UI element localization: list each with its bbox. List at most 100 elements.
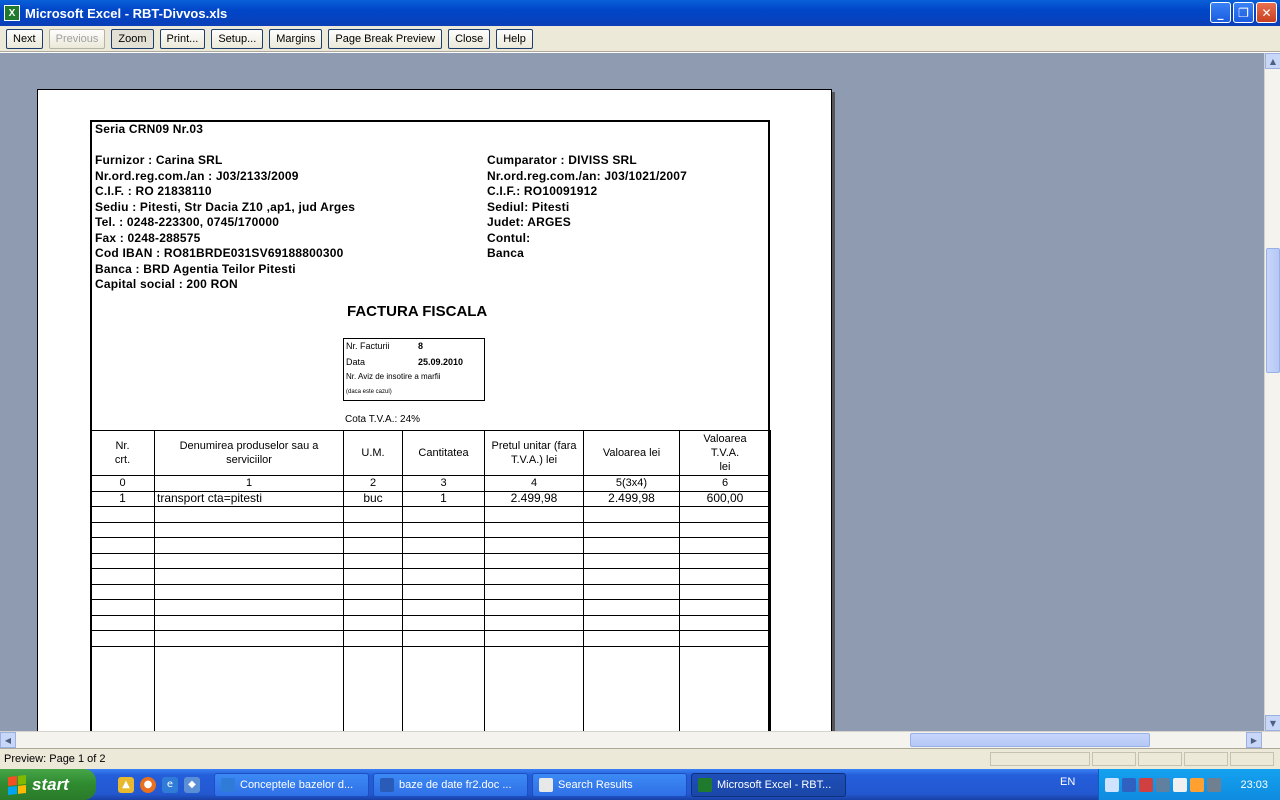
table-cell: 1 [154, 475, 344, 492]
desktop-icon[interactable]: ◆ [184, 776, 200, 793]
clock[interactable]: 23:03 [1240, 779, 1268, 791]
table-cell: buc [343, 490, 403, 507]
scroll-left-icon[interactable]: ◀ [0, 732, 16, 748]
vertical-scrollbar[interactable]: ▲ ▼ [1264, 53, 1280, 731]
table-header-row: Nr. crt. Denumirea produselor sau a servi… [90, 430, 771, 476]
invoice-number-label: Nr. Facturii [346, 341, 390, 351]
preview-area[interactable]: Seria CRN09 Nr.03 Furnizor : Carina SRL … [0, 53, 1264, 731]
taskbar: start ▲ ● e ◆ Conceptele bazelor d... ba… [0, 769, 1280, 800]
empty-row [90, 614, 771, 631]
empty-row [90, 537, 771, 554]
status-panels [990, 752, 1274, 766]
security-icon[interactable] [1139, 777, 1153, 792]
start-button[interactable]: start [0, 769, 96, 800]
network-icon[interactable] [1105, 777, 1119, 792]
supplier-line: Nr.ord.reg.com./an : J03/2133/2009 [95, 168, 299, 183]
connection-icon[interactable] [1156, 777, 1170, 792]
restore-button[interactable]: ❐ [1233, 2, 1254, 23]
supplier-line: Banca : BRD Agentia Teilor Pitesti [95, 261, 296, 276]
internet-explorer-icon [221, 777, 235, 792]
supplier-line: Cod IBAN : RO81BRDE031SV69188800300 [95, 246, 344, 260]
taskbar-item-label: Conceptele bazelor d... [240, 778, 354, 791]
firefox-icon[interactable]: ● [140, 776, 156, 793]
empty-row [90, 583, 771, 600]
close-preview-button[interactable]: Close [448, 28, 491, 49]
supplier-line: C.I.F. : RO 21838110 [95, 184, 212, 198]
scroll-up-icon[interactable]: ▲ [1265, 53, 1280, 69]
supplier-line: Capital social : 200 RON [95, 277, 238, 291]
table-cell: 0 [90, 475, 155, 492]
invoice-seria: Seria CRN09 Nr.03 [95, 122, 204, 136]
header-nr-crt: Nr. crt. [90, 430, 155, 476]
page-break-preview-button[interactable]: Page Break Preview [328, 28, 443, 49]
window-title: Microsoft Excel - RBT-Divvos.xls [25, 5, 228, 21]
table-cell: 4 [484, 475, 584, 492]
buyer-line: Judet: ARGES [487, 215, 571, 229]
excel-icon [698, 777, 712, 792]
table-row: 1 transport cta=pitesti buc 1 2.499,98 2… [90, 490, 771, 507]
scroll-down-icon[interactable]: ▼ [1265, 715, 1280, 731]
header-denumire: Denumirea produselor sau a serviciilor [154, 430, 344, 476]
taskbar-item[interactable]: baze de date fr2.doc ... [373, 772, 528, 797]
buyer-line: Sediul: Pitesti [487, 199, 570, 214]
quick-launch-icon[interactable]: ▲ [118, 776, 134, 793]
antivirus-icon[interactable] [1190, 777, 1204, 792]
horizontal-scroll-thumb[interactable] [910, 733, 1150, 747]
invoice-number-value: 8 [418, 341, 424, 351]
table-cell: 2.499,98 [583, 490, 680, 507]
header-um: U.M. [343, 430, 403, 476]
table-cell: 6 [679, 475, 771, 492]
taskbar-item[interactable]: Microsoft Excel - RBT... [691, 772, 846, 797]
header-cantitatea: Cantitatea [402, 430, 485, 476]
header-valoarea: Valoarea lei [583, 430, 680, 476]
quick-launch: ▲ ● e ◆ [118, 776, 200, 793]
print-button[interactable]: Print... [159, 28, 206, 49]
empty-row [90, 645, 771, 731]
horizontal-scrollbar[interactable]: ◀ ▶ [0, 731, 1280, 748]
windows-logo-icon [8, 774, 26, 795]
help-button[interactable]: Help [496, 28, 533, 49]
header-valoarea-tva: Valoarea T.V.A. lei [679, 430, 771, 476]
excel-app-icon[interactable]: X [4, 5, 20, 21]
table-cell: 5(3x4) [583, 475, 680, 492]
start-label: start [32, 774, 69, 794]
table-cell: 2.499,98 [484, 490, 584, 507]
language-indicator[interactable]: EN [1060, 776, 1075, 788]
internet-explorer-icon[interactable]: e [162, 776, 178, 793]
invoice-info-box: Nr. Facturii 8 Data 25.09.2010 Nr. Aviz … [343, 338, 485, 401]
invoice-frame: Seria CRN09 Nr.03 Furnizor : Carina SRL … [90, 120, 771, 731]
scroll-right-icon[interactable]: ▶ [1246, 732, 1262, 748]
empty-row [90, 506, 771, 523]
preview-page[interactable]: Seria CRN09 Nr.03 Furnizor : Carina SRL … [37, 89, 832, 731]
invoice-date-label: Data [346, 357, 366, 367]
table-cell: 3 [402, 475, 485, 492]
system-tray: 23:03 [1098, 769, 1280, 800]
status-text: Preview: Page 1 of 2 [4, 753, 106, 765]
empty-row [90, 599, 771, 616]
close-window-button[interactable]: ✕ [1256, 2, 1277, 23]
vertical-scroll-thumb[interactable] [1266, 248, 1280, 373]
volume-icon[interactable] [1173, 777, 1187, 792]
bluetooth-icon[interactable] [1122, 777, 1136, 792]
setup-button[interactable]: Setup... [211, 28, 264, 49]
print-preview-toolbar: Next Previous Zoom Print... Setup... Mar… [0, 26, 1280, 52]
taskbar-item[interactable]: Search Results [532, 772, 687, 797]
table-cell: transport cta=pitesti [154, 490, 344, 507]
search-icon [539, 777, 553, 792]
display-icon[interactable] [1207, 777, 1221, 792]
next-button[interactable]: Next [6, 28, 43, 49]
zoom-button[interactable]: Zoom [111, 28, 154, 49]
margins-button[interactable]: Margins [269, 28, 323, 49]
taskbar-item[interactable]: Conceptele bazelor d... [214, 772, 369, 797]
taskbar-item-label: Microsoft Excel - RBT... [717, 778, 832, 791]
buyer-block: Cumparator : DIVISS SRL Nr.ord.reg.com./… [487, 153, 687, 262]
supplier-line: Fax : 0248-288575 [95, 230, 201, 245]
minimize-button[interactable]: _ [1210, 2, 1231, 23]
table-cell: 2 [343, 475, 403, 492]
aviz-label: Nr. Aviz de insotire a marfii [346, 372, 441, 381]
buyer-line: C.I.F.: RO10091912 [487, 184, 598, 198]
window-controls: _ ❐ ✕ [1210, 2, 1277, 23]
table-cell: 600,00 [679, 490, 771, 507]
buyer-line: Cumparator : DIVISS SRL [487, 153, 637, 167]
previous-button[interactable]: Previous [48, 28, 106, 49]
